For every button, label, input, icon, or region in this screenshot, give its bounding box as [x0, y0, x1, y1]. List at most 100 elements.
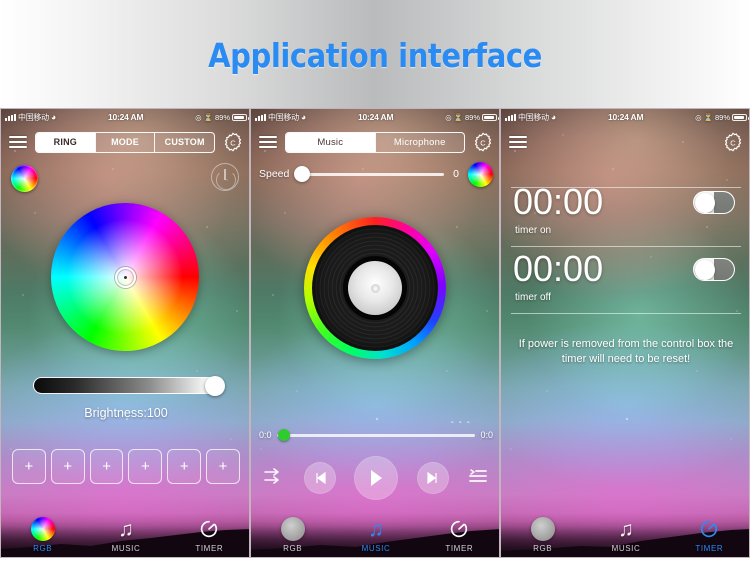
segment-microphone[interactable]: Microphone [374, 132, 465, 152]
tab-label: RGB [283, 544, 303, 553]
mode-segmented-control[interactable]: RING MODE CUSTOM [35, 131, 215, 153]
battery-icon [732, 113, 749, 121]
status-bar-left: 中国移动 ◕ [5, 112, 56, 123]
music-panel: 中国移动 ◕ 10:24 AM ◎ ⏳ 89% Music Microphone [250, 108, 500, 558]
rgb-panel: 中国移动 ◕ 10:24 AM ◎ ⏳ 89% RING MODE CUSTOM [0, 108, 250, 558]
timer-off-time[interactable]: 00:00 [513, 248, 603, 290]
speed-control-row: Speed 0 [259, 161, 493, 187]
signal-bars-icon [5, 113, 16, 121]
hamburger-menu-icon[interactable] [259, 136, 277, 148]
music-note-icon: ♫ [118, 517, 134, 541]
timer-on-toggle[interactable] [693, 191, 735, 214]
hamburger-menu-icon[interactable] [9, 136, 27, 148]
speed-slider[interactable] [294, 166, 444, 182]
preset-add-button[interactable]: + [128, 449, 163, 484]
alarm-icon: ⏳ [453, 112, 463, 122]
color-picker-handle[interactable] [114, 266, 136, 288]
timer-icon [198, 516, 220, 542]
divider [511, 246, 741, 247]
bottom-tab-bar: RGB ♫ MUSIC TIMER [251, 505, 499, 557]
track-progress-slider[interactable] [276, 429, 476, 441]
carrier-label: 中国移动 [518, 112, 549, 122]
preset-add-button[interactable]: + [167, 449, 202, 484]
segment-ring[interactable]: RING [36, 132, 95, 152]
svg-text:C: C [230, 138, 236, 147]
rgb-wheel-icon [530, 516, 555, 542]
toggle-knob[interactable] [695, 193, 715, 213]
segment-mode[interactable]: MODE [94, 132, 155, 152]
tab-music[interactable]: ♫ MUSIC [334, 505, 417, 557]
status-bar-right: ◎ ⏳ 89% [195, 112, 249, 122]
media-controls-row [259, 454, 493, 502]
tab-timer[interactable]: TIMER [168, 505, 249, 557]
tab-rgb[interactable]: RGB [1, 505, 84, 557]
source-segmented-control[interactable]: Music Microphone [285, 131, 465, 153]
gear-icon[interactable]: C [223, 132, 243, 152]
toggle-knob[interactable] [695, 260, 715, 280]
status-bar-right: ◎ ⏳ 89% [695, 112, 749, 122]
color-wheel-icon[interactable] [11, 165, 38, 192]
color-wheel-icon[interactable] [468, 161, 493, 187]
timer-on-time[interactable]: 00:00 [513, 181, 603, 223]
play-button[interactable] [354, 456, 398, 500]
tab-rgb[interactable]: RGB [251, 505, 334, 557]
tab-timer[interactable]: TIMER [418, 505, 499, 557]
playlist-icon[interactable] [467, 467, 489, 490]
rgb-wheel-icon [280, 516, 305, 542]
hamburger-menu-icon[interactable] [509, 136, 527, 148]
preset-add-button[interactable]: + [12, 449, 46, 484]
status-bar: 中国移动 ◕ 10:24 AM ◎ ⏳ 89% [501, 109, 749, 125]
timer-panel: 中国移动 ◕ 10:24 AM ◎ ⏳ 89% C 00:00 timer on… [500, 108, 750, 558]
vinyl-record-visualizer[interactable] [304, 217, 446, 359]
track-progress-knob[interactable] [277, 429, 290, 441]
previous-button[interactable] [303, 462, 336, 494]
power-icon[interactable] [211, 163, 239, 191]
vinyl-center-button[interactable] [348, 261, 402, 315]
tab-music[interactable]: ♫ MUSIC [584, 505, 667, 557]
gear-icon[interactable]: C [723, 132, 743, 152]
brightness-slider[interactable] [33, 375, 225, 396]
tab-timer[interactable]: TIMER [668, 505, 749, 557]
carrier-label: 中国移动 [268, 112, 299, 122]
top-toolbar: RING MODE CUSTOM C [1, 125, 249, 159]
svg-text:C: C [480, 138, 486, 147]
tab-label: TIMER [445, 544, 474, 553]
shuffle-icon[interactable] [263, 467, 285, 490]
segment-music[interactable]: Music [286, 132, 375, 152]
timer-off-label: timer off [515, 292, 551, 303]
next-button[interactable] [416, 462, 449, 494]
hsv-color-wheel[interactable] [51, 203, 199, 351]
segment-custom[interactable]: CUSTOM [154, 132, 214, 152]
screenshot-panels: 中国移动 ◕ 10:24 AM ◎ ⏳ 89% RING MODE CUSTOM [0, 108, 750, 558]
location-icon: ◎ [445, 112, 452, 122]
tab-label: TIMER [195, 544, 224, 553]
gear-icon[interactable]: C [473, 132, 493, 152]
status-bar: 中国移动 ◕ 10:24 AM ◎ ⏳ 89% [251, 109, 499, 125]
location-icon: ◎ [195, 112, 202, 122]
battery-percent-label: 89% [464, 112, 480, 122]
tab-rgb[interactable]: RGB [501, 505, 584, 557]
alarm-icon: ⏳ [203, 112, 213, 122]
tab-label: TIMER [695, 544, 724, 553]
speed-slider-knob[interactable] [294, 166, 311, 182]
clock-label: 10:24 AM [357, 112, 394, 122]
preset-add-button[interactable]: + [50, 449, 85, 484]
brightness-slider-knob[interactable] [205, 375, 225, 396]
banner: Application interface [0, 0, 750, 108]
battery-percent-label: 89% [714, 112, 730, 122]
tab-music[interactable]: ♫ MUSIC [84, 505, 167, 557]
preset-add-button[interactable]: + [206, 449, 240, 484]
preset-add-button[interactable]: + [89, 449, 124, 484]
timer-icon [448, 516, 470, 542]
status-bar: 中国移动 ◕ 10:24 AM ◎ ⏳ 89% [1, 109, 249, 125]
bottom-tab-bar: RGB ♫ MUSIC TIMER [1, 505, 249, 557]
location-icon: ◎ [695, 112, 702, 122]
timer-on-label: timer on [515, 225, 552, 236]
preset-buttons-row: + + + + + + [12, 449, 240, 484]
top-toolbar: Music Microphone C [251, 125, 499, 159]
divider [511, 313, 741, 314]
alarm-icon: ⏳ [703, 112, 713, 122]
timer-off-toggle[interactable] [693, 258, 735, 281]
svg-text:C: C [730, 138, 736, 147]
tab-label: MUSIC [611, 544, 641, 553]
